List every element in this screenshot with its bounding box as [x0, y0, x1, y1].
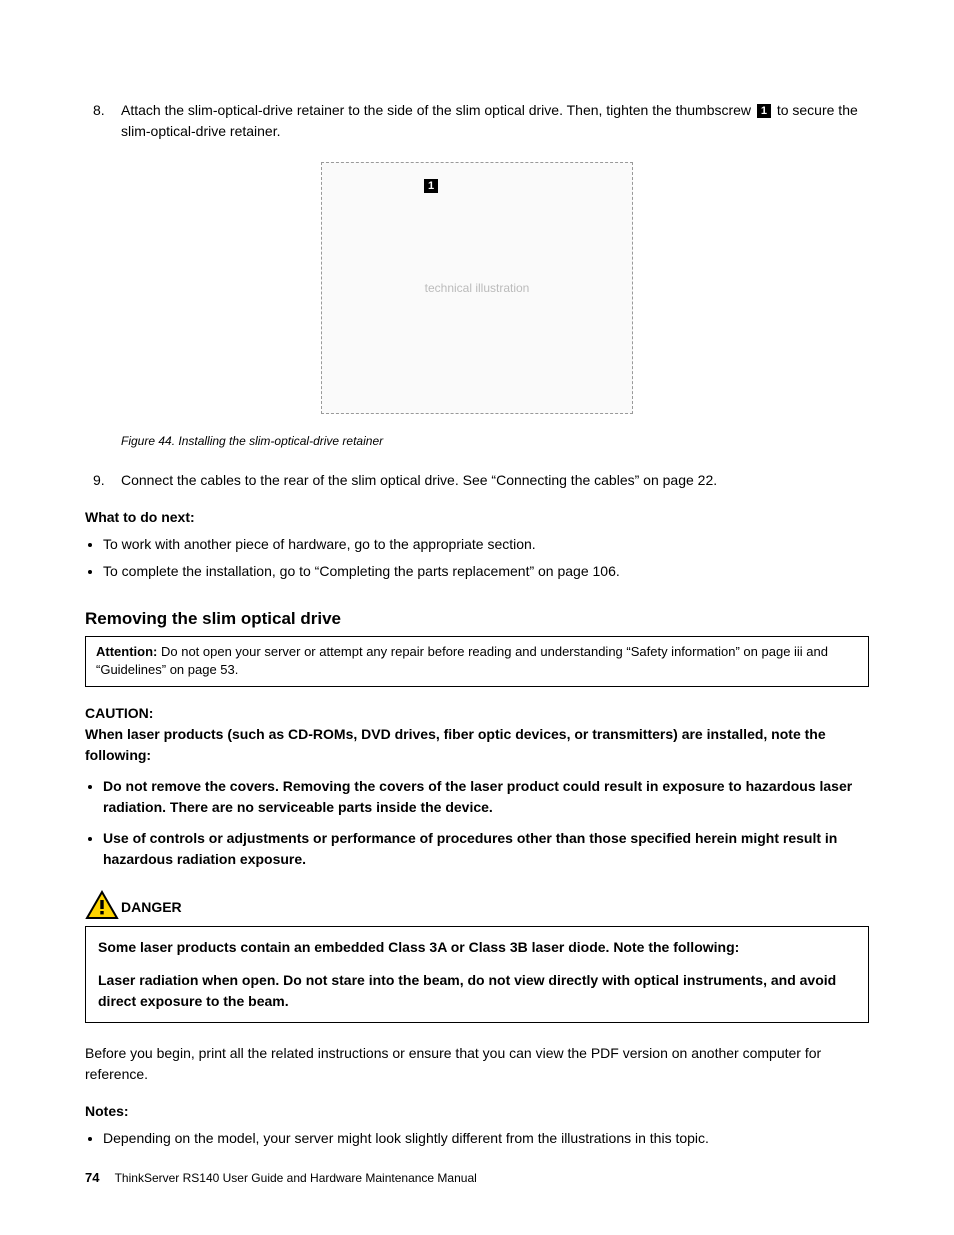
- what-next-item: To work with another piece of hardware, …: [103, 534, 869, 555]
- section-title: Removing the slim optical drive: [85, 606, 869, 632]
- what-next-heading: What to do next:: [85, 507, 869, 528]
- figure-caption: Figure 44. Installing the slim-optical-d…: [121, 432, 869, 450]
- page-number: 74: [85, 1170, 99, 1185]
- figure-44: 1 technical illustration: [85, 162, 869, 420]
- attention-box: Attention: Do not open your server or at…: [85, 636, 869, 688]
- figure-callout-1: 1: [424, 179, 438, 193]
- callout-1-inline: 1: [757, 104, 771, 118]
- caution-item: Do not remove the covers. Removing the c…: [103, 776, 869, 818]
- danger-p1: Some laser products contain an embedded …: [98, 937, 856, 958]
- step-list-cont: 9. Connect the cables to the rear of the…: [85, 470, 869, 491]
- step-text-a: Attach the slim-optical-drive retainer t…: [121, 102, 755, 118]
- caution-item: Use of controls or adjustments or perfor…: [103, 828, 869, 870]
- step-list: 8. Attach the slim-optical-drive retaine…: [85, 100, 869, 142]
- step-9: 9. Connect the cables to the rear of the…: [85, 470, 869, 491]
- notes-list: Depending on the model, your server migh…: [85, 1128, 869, 1149]
- caution-label: CAUTION:: [85, 703, 869, 724]
- danger-p2: Laser radiation when open. Do not stare …: [98, 970, 856, 1012]
- attention-text: Do not open your server or attempt any r…: [96, 644, 828, 678]
- danger-box: Some laser products contain an embedded …: [85, 926, 869, 1023]
- warning-triangle-icon: [85, 890, 119, 920]
- step-text: Connect the cables to the rear of the sl…: [121, 472, 717, 488]
- step-number: 8.: [93, 100, 105, 121]
- attention-label: Attention:: [96, 644, 157, 659]
- caution-block: CAUTION: When laser products (such as CD…: [85, 703, 869, 766]
- danger-heading: DANGER: [85, 890, 869, 920]
- before-begin-text: Before you begin, print all the related …: [85, 1043, 869, 1085]
- document-page: 8. Attach the slim-optical-drive retaine…: [0, 0, 954, 1235]
- what-next-item: To complete the installation, go to “Com…: [103, 561, 869, 582]
- footer-title: ThinkServer RS140 User Guide and Hardwar…: [115, 1171, 477, 1185]
- notes-heading: Notes:: [85, 1101, 869, 1122]
- caution-list: Do not remove the covers. Removing the c…: [85, 776, 869, 870]
- danger-label: DANGER: [121, 897, 182, 920]
- what-next-list: To work with another piece of hardware, …: [85, 534, 869, 582]
- page-footer: 74 ThinkServer RS140 User Guide and Hard…: [85, 1168, 477, 1188]
- figure-illustration: 1 technical illustration: [321, 162, 633, 414]
- notes-item: Depending on the model, your server migh…: [103, 1128, 869, 1149]
- figure-placeholder-label: technical illustration: [425, 279, 530, 297]
- step-8: 8. Attach the slim-optical-drive retaine…: [85, 100, 869, 142]
- step-number: 9.: [93, 470, 105, 491]
- caution-intro: When laser products (such as CD-ROMs, DV…: [85, 724, 869, 766]
